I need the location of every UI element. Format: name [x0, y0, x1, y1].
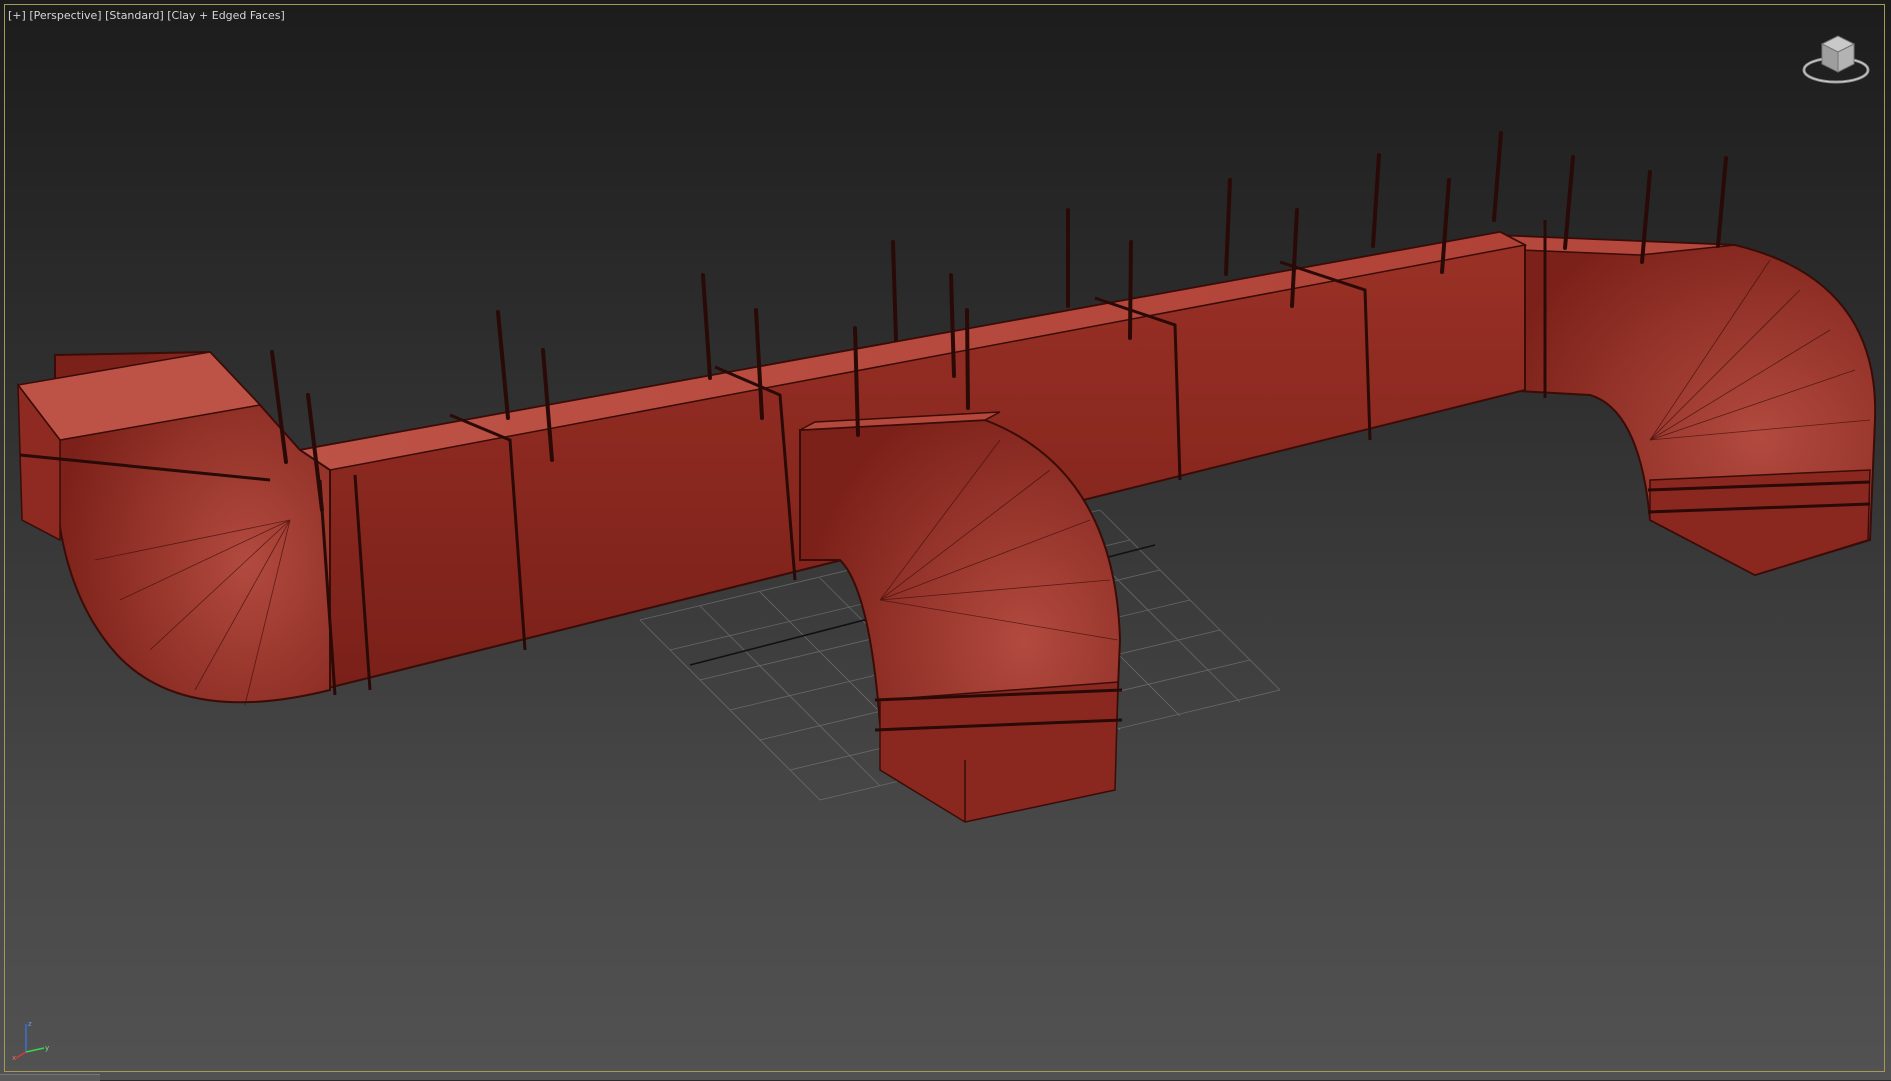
rear-elbow-duct[interactable]	[1488, 233, 1877, 577]
left-elbow-duct[interactable]	[16, 350, 372, 706]
viewport-label-bar[interactable]: [+] [Perspective] [Standard] [Clay + Edg…	[8, 9, 285, 25]
axis-x-label: x	[12, 1054, 16, 1062]
viewport-shading-preset-label[interactable]: [Standard]	[105, 9, 164, 22]
viewport-menu-label[interactable]: [+]	[8, 9, 26, 22]
scene-canvas[interactable]	[0, 0, 1891, 1080]
viewport-view-label[interactable]: [Perspective]	[29, 9, 101, 22]
axis-tripod-icon: z x y	[12, 1020, 49, 1062]
axis-y-label: y	[45, 1044, 49, 1052]
perspective-viewport[interactable]: [+] [Perspective] [Standard] [Clay + Edg…	[0, 0, 1891, 1081]
viewport-display-mode-label[interactable]: [Clay + Edged Faces]	[167, 9, 285, 22]
viewcube-icon[interactable]	[1800, 30, 1872, 90]
axis-z-label: z	[28, 1020, 32, 1028]
